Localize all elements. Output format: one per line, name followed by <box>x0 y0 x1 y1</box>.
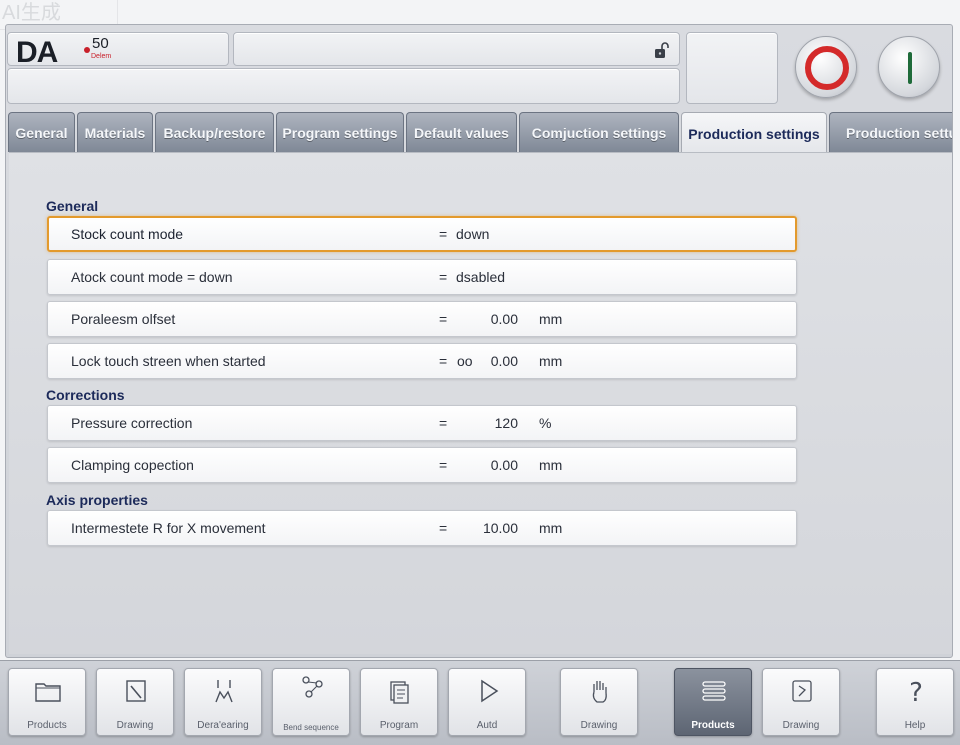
nav-help-button[interactable]: ? Help <box>876 668 954 736</box>
tab-materials[interactable]: Materials <box>77 112 153 152</box>
tab-label: Materials <box>84 124 146 141</box>
setting-value: 10.00 <box>482 520 518 536</box>
title-field <box>233 32 680 66</box>
tab-label: General <box>15 124 68 141</box>
tab-default-values[interactable]: Default values <box>406 112 517 152</box>
equals-sign: = <box>439 520 448 536</box>
equals-sign: = <box>439 226 448 242</box>
setting-label: Clamping copection <box>71 457 194 473</box>
equals-sign: = <box>439 415 448 431</box>
setting-unit: mm <box>539 353 563 369</box>
tab-program-settings[interactable]: Program settings <box>276 112 404 152</box>
nav-label: Help <box>904 720 926 731</box>
unlock-icon[interactable] <box>653 41 669 59</box>
svg-text:?: ? <box>909 678 923 706</box>
setting-value: 0.00 <box>490 353 518 369</box>
nav-label: Bend sequence <box>283 723 339 732</box>
setting-unit: mm <box>539 520 563 536</box>
setting-row-parallelism-offset[interactable]: Poraleesm olfset = 0.00 mm <box>47 301 797 337</box>
logo-subtitle: Delem <box>91 53 112 60</box>
equals-sign: = <box>439 269 448 285</box>
logo-text: DA <box>16 36 58 69</box>
drawing-icon <box>792 680 812 702</box>
nav-bend-button[interactable]: Dera'earing <box>184 668 262 736</box>
tab-backup-restore[interactable]: Backup/restore <box>155 112 274 152</box>
tab-production-settings[interactable]: Production settings <box>681 112 827 154</box>
tab-label: Production settu <box>846 124 952 141</box>
tab-label: Comjuction settings <box>531 124 667 141</box>
play-icon <box>481 679 499 703</box>
nav-manual-button[interactable]: Drawing <box>560 668 638 736</box>
setting-row-intermediate-r[interactable]: Intermestete R for X movement = 10.00 mm <box>47 510 797 546</box>
setting-label: Pressure correction <box>71 415 193 431</box>
tab-bar: General Materials Backup/restore Program… <box>8 112 952 154</box>
nav-products-active-button[interactable]: Products <box>674 668 752 736</box>
section-title-general: General <box>46 198 99 214</box>
pencil-icon <box>126 680 146 702</box>
setting-label: Intermestete R for X movement <box>71 520 266 536</box>
setting-unit: mm <box>539 311 563 327</box>
stop-button[interactable] <box>795 36 857 98</box>
hand-icon <box>592 681 607 703</box>
equals-sign: = <box>439 311 448 327</box>
setting-value: 0.00 <box>490 457 518 473</box>
nav-bend-sequence-button[interactable]: Bend sequence <box>272 668 350 736</box>
status-field <box>7 68 680 104</box>
nav-label: Products <box>691 720 735 731</box>
equals-sign: = <box>439 353 448 369</box>
setting-value: down <box>456 226 490 242</box>
setting-label: Atock count mode = down <box>71 269 233 285</box>
setting-value: 0.00 <box>490 311 518 327</box>
tab-production-settings-2[interactable]: Production settu <box>829 112 952 152</box>
setting-label: Lock touch streen when started <box>71 353 266 369</box>
setting-label: Stock count mode <box>71 226 184 242</box>
list-icon <box>702 681 726 701</box>
setting-row-clamping-correction[interactable]: Clamping copection = 0.00 mm <box>47 447 797 483</box>
setting-unit: % <box>539 415 552 431</box>
setting-row-stock-count-mode[interactable]: Stock count mode = down <box>47 216 797 252</box>
start-button[interactable] <box>878 36 940 98</box>
tab-label: Production settings <box>688 125 820 142</box>
nav-label: Products <box>27 720 67 731</box>
help-icon: ? <box>909 678 923 706</box>
sequence-icon <box>302 676 323 698</box>
start-icon <box>908 52 912 84</box>
setting-unit: mm <box>539 457 563 473</box>
tab-label: Program settings <box>282 124 398 141</box>
tab-label: Backup/restore <box>163 124 266 141</box>
info-panel <box>686 32 778 104</box>
logo-dot-icon <box>84 47 90 53</box>
equals-sign: = <box>439 457 448 473</box>
nav-label: Autd <box>476 720 498 731</box>
tab-conjunction-settings[interactable]: Comjuction settings <box>519 112 679 152</box>
section-title-corrections: Corrections <box>46 387 125 403</box>
setting-row-lock-touch-screen[interactable]: Lock touch streen when started = oo 0.00… <box>47 343 797 379</box>
nav-label: Drawing <box>580 720 618 731</box>
logo-model: 50 <box>92 35 109 52</box>
section-title-axis-properties: Axis properties <box>46 492 148 508</box>
setting-row-pressure-correction[interactable]: Pressure correction = 120 % <box>47 405 797 441</box>
nav-label: Program <box>379 720 419 731</box>
nav-auto-button[interactable]: Autd <box>448 668 526 736</box>
nav-label: Drawing <box>116 720 154 731</box>
tab-general[interactable]: General <box>8 112 75 152</box>
bend-icon <box>215 680 233 703</box>
setting-value: 120 <box>494 415 518 431</box>
setting-prefix: oo <box>457 353 473 369</box>
nav-label: Drawing <box>782 720 820 731</box>
logo-panel: DA 50 Delem <box>7 32 229 69</box>
nav-program-button[interactable]: Program <box>360 668 438 736</box>
nav-drawing-2-button[interactable]: Drawing <box>762 668 840 736</box>
setting-row-stock-count-mode-2[interactable]: Atock count mode = down = dsabled <box>47 259 797 295</box>
stop-icon <box>805 46 849 90</box>
setting-value: dsabled <box>456 269 506 285</box>
nav-drawing-button[interactable]: Drawing <box>96 668 174 736</box>
nav-label: Dera'earing <box>197 720 249 731</box>
tab-label: Default values <box>414 124 509 141</box>
setting-label: Poraleesm olfset <box>71 311 176 327</box>
nav-products-button[interactable]: Products <box>8 668 86 736</box>
program-icon <box>390 681 409 704</box>
folder-icon <box>35 683 61 702</box>
